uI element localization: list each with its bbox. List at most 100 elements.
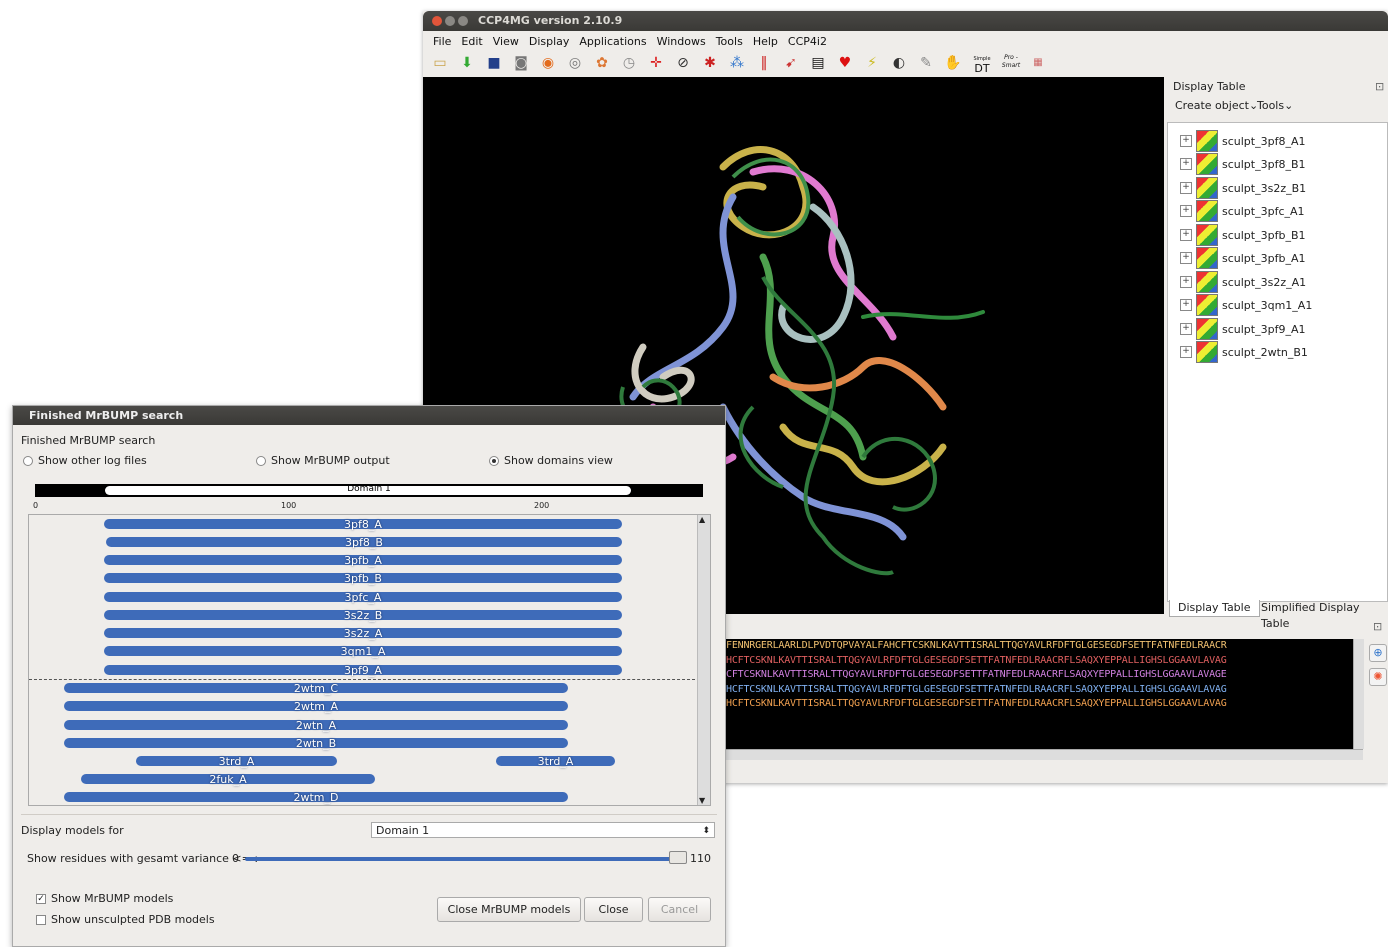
menu-view[interactable]: View [488,33,524,51]
bird-icon[interactable]: ➹ [782,54,800,72]
expand-icon[interactable]: + [1180,182,1192,194]
display-item[interactable]: + sculpt_3pf9_A1 [1180,318,1305,340]
pen-icon[interactable]: ✎ [917,54,935,72]
pro-smart-icon[interactable]: Pro - Smart [1000,54,1022,72]
domain-bar[interactable]: 3pf8_B [106,537,622,548]
checkmark-icon[interactable]: ✓ [36,893,46,904]
expand-icon[interactable]: + [1180,135,1192,147]
close-window-icon[interactable] [432,16,442,26]
model-icon[interactable] [1196,271,1218,293]
create-object-menu[interactable]: Create object⌄ [1175,99,1258,112]
domain-bar[interactable]: 2wtm_D [64,792,568,803]
eye-outline-icon[interactable]: ◎ [566,54,584,72]
domain-bar[interactable]: 3trd_A [136,756,337,767]
menu-applications[interactable]: Applications [574,33,651,51]
domain-bar[interactable]: 2wtm_A [64,701,568,712]
tab-simplified-display-table[interactable]: Simplified Display Table [1253,600,1388,630]
menu-file[interactable]: File [428,33,456,51]
model-icon[interactable] [1196,294,1218,316]
hand-icon[interactable]: ✋ [944,54,962,72]
model-icon[interactable] [1196,153,1218,175]
expand-icon[interactable]: + [1180,346,1192,358]
domains-scrollbar[interactable]: ▲ ▼ [697,515,710,805]
scroll-up-icon[interactable]: ▲ [699,515,705,524]
undock-icon[interactable]: ⊡ [1373,620,1382,633]
radio-show-mrbump-output[interactable]: Show MrBUMP output [256,454,390,467]
show-unsculpted-checkbox[interactable]: Show unsculpted PDB models [36,913,215,926]
molecule-icon[interactable]: ⁂ [728,54,746,72]
show-mrbump-models-checkbox[interactable]: ✓ Show MrBUMP models [36,892,173,905]
color-grid-icon[interactable]: ▦ [1029,54,1047,72]
download-icon[interactable]: ⬇ [458,54,476,72]
domain-bar[interactable]: 3qm1_A [104,646,622,657]
star-burst-icon[interactable]: ✱ [701,54,719,72]
expand-icon[interactable]: + [1180,299,1192,311]
expand-icon[interactable]: + [1180,323,1192,335]
model-icon[interactable] [1196,130,1218,152]
domain-bar[interactable]: 3trd_A [496,756,615,767]
tab-display-table[interactable]: Display Table [1169,600,1260,617]
model-icon[interactable] [1196,318,1218,340]
close-mrbump-models-button[interactable]: Close MrBUMP models [437,897,581,922]
display-item[interactable]: + sculpt_3s2z_B1 [1180,177,1306,199]
menu-ccp4i2[interactable]: CCP4i2 [783,33,832,51]
ruler-icon[interactable]: ‖ [755,54,773,72]
variance-slider-track[interactable] [245,857,685,861]
menu-tools[interactable]: Tools [711,33,748,51]
model-icon[interactable] [1196,200,1218,222]
dt-text-icon[interactable]: Simple DT [971,54,993,74]
crosshair-icon[interactable]: ✛ [647,54,665,72]
display-item[interactable]: + sculpt_3qm1_A1 [1180,294,1312,316]
menu-edit[interactable]: Edit [456,33,487,51]
menu-help[interactable]: Help [748,33,783,51]
expand-icon[interactable]: + [1180,205,1192,217]
color-wheel-icon[interactable]: ✿ [593,54,611,72]
menu-display[interactable]: Display [524,33,575,51]
domain-bar[interactable]: 2wtn_B [64,738,568,749]
domain-bar[interactable]: 3s2z_A [104,628,622,639]
expand-icon[interactable]: + [1180,252,1192,264]
magnify-icon[interactable]: ⊘ [674,54,692,72]
model-icon[interactable] [1196,224,1218,246]
sequence-vscrollbar[interactable] [1353,639,1364,749]
expand-icon[interactable]: + [1180,158,1192,170]
heart-icon[interactable]: ♥ [836,54,854,72]
domain-bar[interactable]: 3pfb_B [104,573,622,584]
model-icon[interactable] [1196,341,1218,363]
display-item[interactable]: + sculpt_3pfb_A1 [1180,247,1305,269]
domain-bar[interactable]: 3pfc_A [104,592,622,603]
clapperboard-icon[interactable]: ▤ [809,54,827,72]
clock-icon[interactable]: ◷ [620,54,638,72]
undock-icon[interactable]: ⊡ [1375,80,1384,93]
cancel-button[interactable]: Cancel [648,897,711,922]
model-icon[interactable] [1196,177,1218,199]
domain-bar[interactable]: 3pf9_A [104,665,622,676]
display-models-for-select[interactable]: Domain 1 ⬍ [371,822,715,838]
zoom-icon[interactable]: ⊕ [1369,644,1387,662]
wand-icon[interactable]: ⚡ [863,54,881,72]
palette-icon[interactable]: ✺ [1369,668,1387,686]
domain-bar[interactable]: 3pf8_A [104,519,622,530]
expand-icon[interactable]: + [1180,276,1192,288]
domain-bar[interactable]: 3pfb_A [104,555,622,566]
scroll-down-icon[interactable]: ▼ [699,796,705,805]
vr-eye-icon[interactable]: ◐ [890,54,908,72]
variance-slider-handle[interactable] [669,851,687,864]
display-item[interactable]: + sculpt_3pfc_A1 [1180,200,1305,222]
model-icon[interactable] [1196,247,1218,269]
domain-bar[interactable]: 2fuk_A [81,774,375,785]
display-item[interactable]: + sculpt_2wtn_B1 [1180,341,1308,363]
camera-icon[interactable]: ◙ [512,54,530,72]
radio-indicator[interactable] [256,455,266,466]
display-item[interactable]: + sculpt_3s2z_A1 [1180,271,1306,293]
eye-icon[interactable]: ◉ [539,54,557,72]
radio-indicator[interactable] [489,455,499,466]
radio-show-other-log-files[interactable]: Show other log files [23,454,147,467]
display-item[interactable]: + sculpt_3pf8_A1 [1180,130,1305,152]
domain-bar[interactable]: 2wtn_A [64,720,568,731]
sequence-hscrollbar[interactable] [723,749,1363,760]
display-item[interactable]: + sculpt_3pf8_B1 [1180,153,1306,175]
save-icon[interactable]: ■ [485,54,503,72]
minimize-window-icon[interactable] [445,16,455,26]
dt-tools-menu[interactable]: Tools⌄ [1257,99,1293,112]
